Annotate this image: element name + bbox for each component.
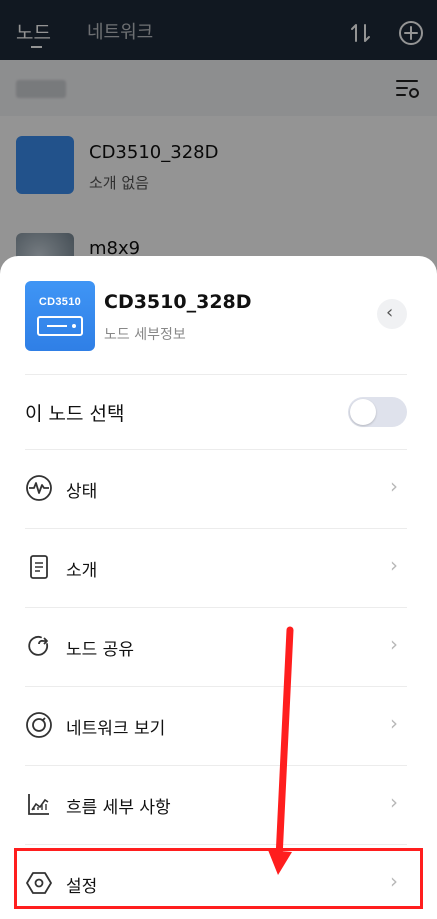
menu-label: 노드 공유	[66, 640, 134, 660]
menu-item-view-network[interactable]: 네트워크 보기 ›	[0, 687, 437, 766]
menu-label: 네트워크 보기	[66, 719, 166, 739]
divider	[25, 374, 407, 375]
menu-label: 흐름 세부 사항	[66, 798, 171, 818]
network-icon	[26, 712, 52, 738]
select-node-toggle[interactable]	[348, 397, 407, 427]
sheet-node-name: CD3510_328D	[104, 291, 252, 313]
document-icon	[30, 555, 48, 579]
toggle-knob	[350, 399, 376, 425]
sheet-node-subtitle: 노드 세부정보	[104, 327, 186, 343]
menu-label: 소개	[66, 561, 98, 581]
chevron-right-icon: ›	[390, 790, 398, 814]
settings-highlight-box	[14, 848, 423, 909]
chart-icon	[28, 794, 49, 815]
node-device-icon: CD3510	[25, 281, 95, 351]
node-bottom-sheet: CD3510 CD3510_328D 노드 세부정보 ‹ 이 노드 선택 상태 …	[0, 256, 437, 919]
menu-item-share-node[interactable]: 노드 공유 ›	[0, 608, 437, 687]
chevron-right-icon: ›	[390, 553, 398, 577]
chevron-left-icon: ‹	[386, 302, 394, 323]
menu-item-intro[interactable]: 소개 ›	[0, 529, 437, 608]
menu-item-status[interactable]: 상태 ›	[0, 450, 437, 529]
share-icon	[28, 635, 49, 656]
thumb-label: CD3510	[38, 296, 82, 308]
menu-item-flow-details[interactable]: 흐름 세부 사항 ›	[0, 766, 437, 845]
chevron-right-icon: ›	[390, 632, 398, 656]
chevron-right-icon: ›	[390, 711, 398, 735]
pulse-icon	[26, 475, 52, 501]
back-button[interactable]: ‹	[377, 299, 407, 329]
device-box-icon	[37, 316, 83, 336]
select-node-label: 이 노드 선택	[25, 403, 125, 425]
chevron-right-icon: ›	[390, 474, 398, 498]
menu-label: 상태	[66, 482, 98, 502]
